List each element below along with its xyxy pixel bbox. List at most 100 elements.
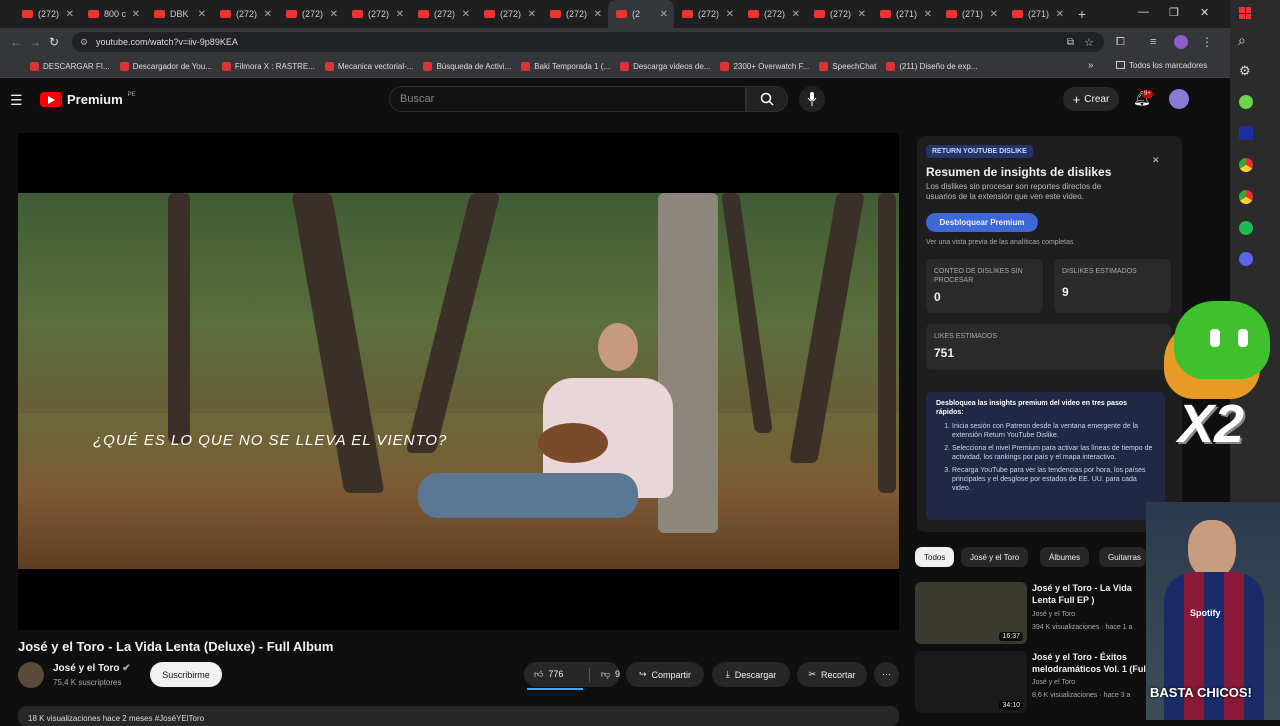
browser-tab[interactable]: (272) ✕ (806, 0, 872, 28)
voice-search-button[interactable] (799, 86, 825, 112)
browser-tab[interactable]: 800 c ✕ (80, 0, 146, 28)
browser-tab[interactable]: (271) ✕ (1004, 0, 1070, 28)
settings-gear-icon[interactable]: ⚙ (1239, 63, 1251, 79)
spotify-icon[interactable] (1239, 221, 1253, 235)
restore-icon[interactable]: ❐ (1169, 6, 1179, 19)
subscribe-button[interactable]: Suscribirme (150, 662, 222, 687)
search-input[interactable]: Buscar (389, 86, 746, 112)
bookmark-item[interactable]: Descargador de You... (119, 62, 212, 71)
browser-tab[interactable]: (272) ✕ (344, 0, 410, 28)
extensions-icon[interactable]: ⧠ (1116, 36, 1125, 49)
install-app-icon[interactable]: ⧉ (1067, 37, 1074, 48)
channel-avatar[interactable] (18, 662, 44, 688)
recommendation-title[interactable]: José y el Toro - Éxitos melodramáticos V… (1032, 651, 1150, 675)
new-tab-icon[interactable]: + (1070, 6, 1094, 22)
browser-tab[interactable]: (272) ✕ (740, 0, 806, 28)
app-icon-u[interactable] (1239, 126, 1253, 140)
chip-albums[interactable]: Álbumes (1040, 547, 1090, 567)
close-tab-icon[interactable]: ✕ (594, 9, 602, 20)
bookmark-star-icon[interactable]: ☆ (1084, 36, 1094, 49)
close-tab-icon[interactable]: ✕ (660, 9, 668, 20)
more-actions-button[interactable]: ⋯ (874, 662, 899, 687)
chip-channel[interactable]: José y el Toro (961, 547, 1029, 567)
close-tab-icon[interactable]: ✕ (1056, 9, 1064, 20)
site-info-icon[interactable]: ⚙ (80, 37, 88, 48)
close-panel-icon[interactable]: ✕ (1152, 155, 1160, 166)
close-tab-icon[interactable]: ✕ (330, 9, 338, 20)
bookmark-item[interactable]: (211) Diseño de exp... (886, 62, 977, 71)
video-player[interactable]: ¿QUÉ ES LO QUE NO SE LLEVA EL VIENTO? (18, 133, 899, 630)
browser-tab[interactable]: (272) ✕ (14, 0, 80, 28)
bookmark-item[interactable]: Filmora X : RASTRE... (221, 62, 315, 71)
browser-tab[interactable]: (272) ✕ (476, 0, 542, 28)
close-tab-icon[interactable]: ✕ (924, 9, 932, 20)
share-button[interactable]: ↪ Compartir (626, 662, 704, 687)
all-bookmarks[interactable]: Todos los marcadores (1116, 61, 1207, 70)
recommendation-title[interactable]: José y el Toro - La Vida Lenta Full EP ) (1032, 582, 1150, 606)
close-tab-icon[interactable]: ✕ (396, 9, 404, 20)
account-avatar[interactable] (1169, 89, 1189, 109)
discord-icon[interactable] (1239, 252, 1253, 266)
bookmark-item[interactable]: Baki Temporada 1 (... (521, 62, 610, 71)
preview-analytics-link[interactable]: Ver una vista previa de las analíticas c… (926, 239, 1073, 246)
recommendation-channel[interactable]: José y el Toro (1032, 610, 1150, 620)
create-button[interactable]: + Crear (1063, 87, 1119, 111)
bookmark-item[interactable]: Búsqueda de Activi... (423, 62, 511, 71)
close-window-icon[interactable]: ✕ (1200, 6, 1209, 19)
browser-tab[interactable]: (271) ✕ (872, 0, 938, 28)
dislike-button[interactable]: 👎︎ 9 (595, 669, 620, 680)
unlock-premium-button[interactable]: Desbloquear Premium (926, 213, 1038, 232)
profile-avatar[interactable] (1174, 35, 1188, 49)
bookmark-item[interactable]: 2300+ Overwatch F... (720, 62, 809, 71)
address-bar[interactable]: ⚙ youtube.com/watch?v=iiv-9p89KEA ⧉ ☆ (72, 32, 1104, 52)
bookmark-item[interactable]: Mecanica vectorial-... (324, 62, 413, 71)
browser-tab[interactable]: (271) ✕ (938, 0, 1004, 28)
close-tab-icon[interactable]: ✕ (726, 9, 734, 20)
reload-icon[interactable]: ↻ (49, 35, 59, 49)
close-tab-icon[interactable]: ✕ (198, 9, 206, 20)
close-tab-icon[interactable]: ✕ (66, 9, 74, 20)
close-tab-icon[interactable]: ✕ (462, 9, 470, 20)
chrome-icon[interactable] (1239, 158, 1253, 172)
recommendation-channel[interactable]: José y el Toro (1032, 678, 1150, 688)
close-tab-icon[interactable]: ✕ (264, 9, 272, 20)
close-tab-icon[interactable]: ✕ (132, 9, 140, 20)
close-tab-icon[interactable]: ✕ (528, 9, 536, 20)
chrome-profile-icon[interactable] (1239, 190, 1253, 204)
channel-name[interactable]: José y el Toro ✔ (53, 663, 131, 674)
bookmark-item[interactable]: DESCARGAR FI... (30, 62, 110, 71)
more-bookmarks-icon[interactable]: » (1088, 60, 1094, 71)
close-tab-icon[interactable]: ✕ (990, 9, 998, 20)
minimize-icon[interactable]: — (1138, 6, 1149, 18)
clip-button[interactable]: ✂ Recortar (797, 662, 867, 687)
like-button[interactable]: 👍︎ 776 (534, 669, 584, 680)
step-item: Selecciona el nivel Premium para activar… (952, 444, 1155, 462)
browser-tab[interactable]: (272) ✕ (410, 0, 476, 28)
browser-tab[interactable]: (272) ✕ (542, 0, 608, 28)
browser-tab[interactable]: (272) ✕ (674, 0, 740, 28)
browser-menu-icon[interactable]: ⋮ (1201, 35, 1213, 49)
browser-tab[interactable]: (272) ✕ (212, 0, 278, 28)
close-tab-icon[interactable]: ✕ (792, 9, 800, 20)
back-icon[interactable]: ← (10, 35, 22, 49)
search-icon[interactable]: ⌕ (1238, 32, 1246, 49)
windows-logo-icon[interactable] (1239, 7, 1251, 19)
description-box[interactable]: 18 K visualizaciones hace 2 meses #JoséY… (18, 706, 899, 726)
chip-all[interactable]: Todos (915, 547, 955, 567)
recommendation-thumbnail[interactable]: 16:37 (915, 582, 1027, 644)
app-icon-green[interactable] (1239, 95, 1253, 109)
download-button[interactable]: ⤓ Descargar (712, 662, 790, 687)
recommendation-thumbnail[interactable]: 34:10 (915, 651, 1027, 713)
chip-guitars[interactable]: Guitarras (1099, 547, 1146, 567)
bookmark-item[interactable]: Descarga videos de... (620, 62, 710, 71)
youtube-premium-logo[interactable]: Premium PE (40, 92, 136, 107)
bookmark-item[interactable]: SpeechChat (819, 62, 876, 71)
forward-icon[interactable]: → (29, 35, 41, 49)
browser-tab[interactable]: (272) ✕ (278, 0, 344, 28)
browser-tab[interactable]: (2 ✕ (608, 0, 674, 28)
reading-list-icon[interactable]: ≡ (1150, 36, 1156, 48)
guide-menu-icon[interactable]: ☰ (10, 92, 23, 109)
close-tab-icon[interactable]: ✕ (858, 9, 866, 20)
browser-tab[interactable]: DBK ✕ (146, 0, 212, 28)
search-button[interactable] (746, 86, 788, 112)
